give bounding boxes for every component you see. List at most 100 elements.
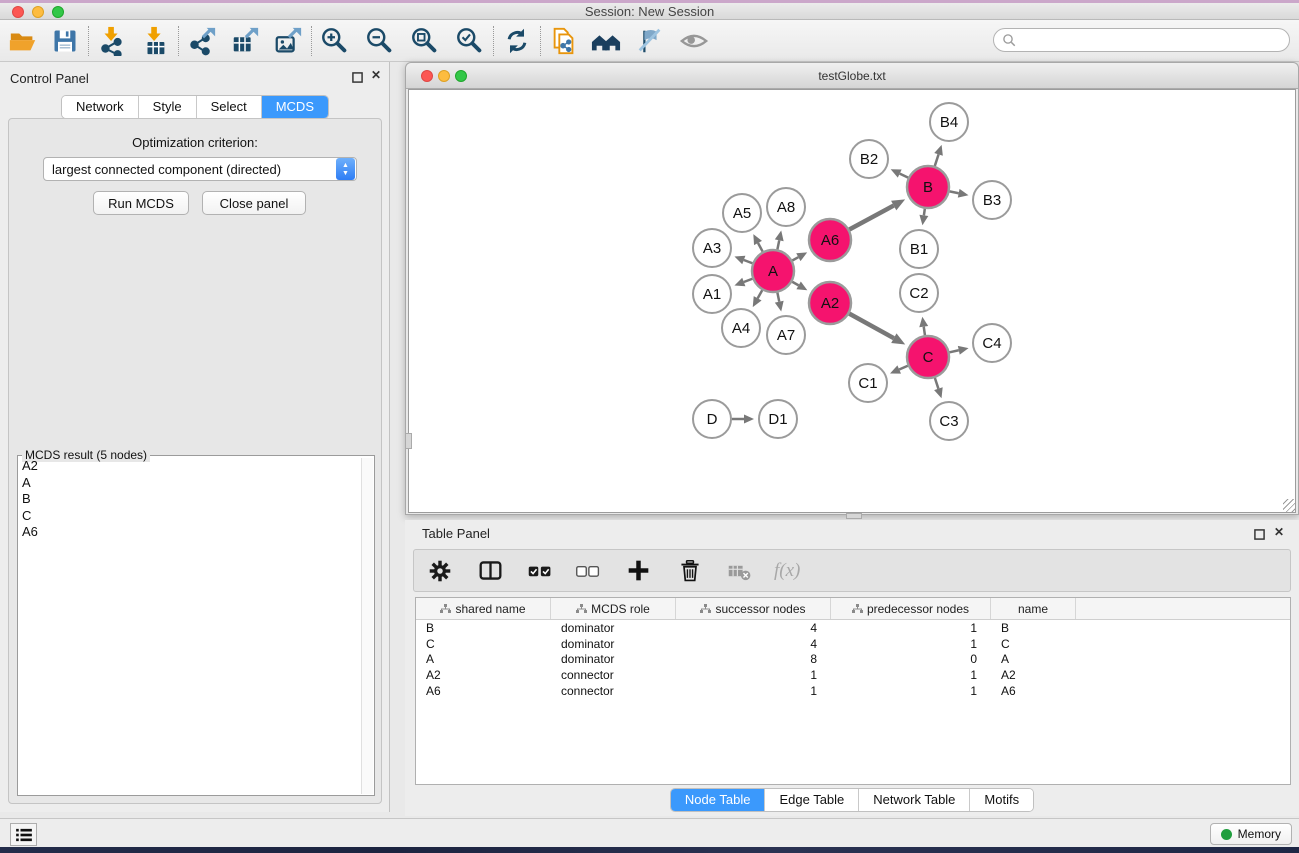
tab-network[interactable]: Network bbox=[62, 96, 139, 118]
gear-icon[interactable] bbox=[426, 557, 454, 585]
close-window-button[interactable] bbox=[421, 70, 433, 82]
table-cell[interactable]: connector bbox=[551, 684, 676, 698]
graph-edge-A-A5[interactable] bbox=[758, 243, 763, 252]
table-cell[interactable]: C bbox=[991, 637, 1076, 651]
close-window-button[interactable] bbox=[12, 6, 24, 18]
delete-icon[interactable] bbox=[676, 557, 704, 585]
export-network-icon[interactable] bbox=[185, 25, 219, 57]
network-canvas[interactable]: B4B2BB3A8A5A6B1A3AC2A1A2A4A7C4CC1DD1C3 bbox=[408, 89, 1296, 513]
table-cell[interactable]: 0 bbox=[831, 652, 991, 666]
table-cell[interactable]: 4 bbox=[676, 637, 831, 651]
table-cell[interactable]: A6 bbox=[991, 684, 1076, 698]
table-cell[interactable]: B bbox=[416, 621, 551, 635]
table-cell[interactable]: 1 bbox=[676, 668, 831, 682]
save-session-icon[interactable] bbox=[48, 25, 82, 57]
table-row[interactable]: Cdominator41C bbox=[416, 636, 1290, 652]
table-cell[interactable]: A2 bbox=[991, 668, 1076, 682]
table-cell[interactable]: dominator bbox=[551, 621, 676, 635]
import-network-icon[interactable] bbox=[95, 25, 129, 57]
result-item[interactable]: B bbox=[19, 491, 363, 508]
result-item[interactable]: C bbox=[19, 508, 363, 525]
table-row[interactable]: A2connector11A2 bbox=[416, 667, 1290, 683]
task-history-button[interactable] bbox=[10, 823, 37, 846]
zoom-out-icon[interactable] bbox=[363, 25, 397, 57]
node-table[interactable]: shared nameMCDS rolesuccessor nodesprede… bbox=[415, 597, 1291, 785]
table-cell[interactable]: A6 bbox=[416, 684, 551, 698]
table-cell[interactable]: A bbox=[416, 652, 551, 666]
minimize-window-button[interactable] bbox=[32, 6, 44, 18]
table-cell[interactable]: A2 bbox=[416, 668, 551, 682]
graph-edge-A-A7[interactable] bbox=[777, 293, 779, 302]
table-cell[interactable]: 1 bbox=[676, 684, 831, 698]
column-header-name[interactable]: name bbox=[991, 598, 1076, 619]
table-cell[interactable]: dominator bbox=[551, 637, 676, 651]
export-image-icon[interactable] bbox=[271, 25, 305, 57]
tab-node-table[interactable]: Node Table bbox=[671, 789, 766, 811]
column-header-shared-name[interactable]: shared name bbox=[416, 598, 551, 619]
result-item[interactable]: A6 bbox=[19, 524, 363, 541]
graph-edge-A-A4[interactable] bbox=[758, 290, 763, 298]
graph-edge-C-C1[interactable] bbox=[899, 366, 908, 370]
graph-edge-A-A8[interactable] bbox=[777, 240, 779, 249]
table-cell[interactable]: 1 bbox=[831, 668, 991, 682]
close-panel-button[interactable]: Close panel bbox=[202, 191, 306, 215]
close-panel-icon[interactable]: ✕ bbox=[1274, 525, 1284, 539]
graph-edge-B-B2[interactable] bbox=[900, 174, 908, 178]
graph-edge-A2-C[interactable] bbox=[849, 314, 894, 339]
copy-network-icon[interactable] bbox=[547, 25, 581, 57]
criterion-dropdown[interactable]: largest connected component (directed) ▲… bbox=[43, 157, 357, 181]
zoom-selected-icon[interactable] bbox=[453, 25, 487, 57]
graph-edge-A-A3[interactable] bbox=[744, 260, 753, 263]
table-cell[interactable]: 1 bbox=[831, 684, 991, 698]
result-scrollbar[interactable] bbox=[361, 458, 373, 794]
table-cell[interactable]: 1 bbox=[831, 637, 991, 651]
memory-button[interactable]: Memory bbox=[1210, 823, 1292, 845]
open-session-icon[interactable] bbox=[6, 25, 40, 57]
refresh-icon[interactable] bbox=[500, 25, 534, 57]
search-input[interactable] bbox=[1017, 30, 1289, 50]
result-item[interactable]: A bbox=[19, 475, 363, 492]
graph-edge-B-B3[interactable] bbox=[950, 191, 959, 193]
import-table-icon[interactable] bbox=[138, 25, 172, 57]
select-all-icon[interactable] bbox=[526, 557, 554, 585]
deselect-all-icon[interactable] bbox=[574, 557, 602, 585]
float-panel-icon[interactable] bbox=[1254, 527, 1265, 545]
run-mcds-button[interactable]: Run MCDS bbox=[93, 191, 189, 215]
graph-edge-C-C2[interactable] bbox=[924, 327, 925, 336]
zoom-in-icon[interactable] bbox=[318, 25, 352, 57]
tab-edge-table[interactable]: Edge Table bbox=[765, 789, 859, 811]
graph-edge-A6-B[interactable] bbox=[849, 206, 893, 230]
table-cell[interactable]: B bbox=[991, 621, 1076, 635]
graph-edge-B-B1[interactable] bbox=[924, 209, 925, 216]
graph-edge-B-B4[interactable] bbox=[935, 154, 939, 166]
table-cell[interactable]: connector bbox=[551, 668, 676, 682]
table-cell[interactable]: 8 bbox=[676, 652, 831, 666]
resize-grip-icon[interactable] bbox=[1283, 499, 1296, 512]
column-header-predecessor-nodes[interactable]: predecessor nodes bbox=[831, 598, 991, 619]
left-splitter-handle[interactable] bbox=[405, 433, 412, 449]
column-header-MCDS-role[interactable]: MCDS role bbox=[551, 598, 676, 619]
graphics-details-icon[interactable] bbox=[633, 25, 667, 57]
export-table-icon[interactable] bbox=[228, 25, 262, 57]
table-row[interactable]: A6connector11A6 bbox=[416, 683, 1290, 699]
network-window-titlebar[interactable]: testGlobe.txt bbox=[406, 63, 1298, 89]
graph-edge-A-A6[interactable] bbox=[792, 257, 798, 260]
graph-edge-A-A2[interactable] bbox=[792, 282, 798, 286]
first-neighbors-icon[interactable] bbox=[589, 25, 623, 57]
column-view-icon[interactable] bbox=[476, 557, 504, 585]
table-cell[interactable]: 1 bbox=[831, 621, 991, 635]
tab-motifs[interactable]: Motifs bbox=[970, 789, 1033, 811]
network-graph[interactable]: B4B2BB3A8A5A6B1A3AC2A1A2A4A7C4CC1DD1C3 bbox=[409, 90, 1295, 512]
result-item[interactable]: A2 bbox=[19, 458, 363, 475]
tab-style[interactable]: Style bbox=[139, 96, 197, 118]
tab-network-table[interactable]: Network Table bbox=[859, 789, 970, 811]
column-header-successor-nodes[interactable]: successor nodes bbox=[676, 598, 831, 619]
zoom-window-button[interactable] bbox=[52, 6, 64, 18]
bottom-splitter-handle[interactable] bbox=[846, 513, 862, 519]
add-icon[interactable] bbox=[624, 557, 652, 585]
minimize-window-button[interactable] bbox=[438, 70, 450, 82]
mcds-result-list[interactable]: A2ABCA6 bbox=[19, 458, 363, 794]
graph-edge-C-C3[interactable] bbox=[935, 378, 939, 389]
table-row[interactable]: Bdominator41B bbox=[416, 620, 1290, 636]
graph-edge-C-C4[interactable] bbox=[949, 350, 958, 352]
